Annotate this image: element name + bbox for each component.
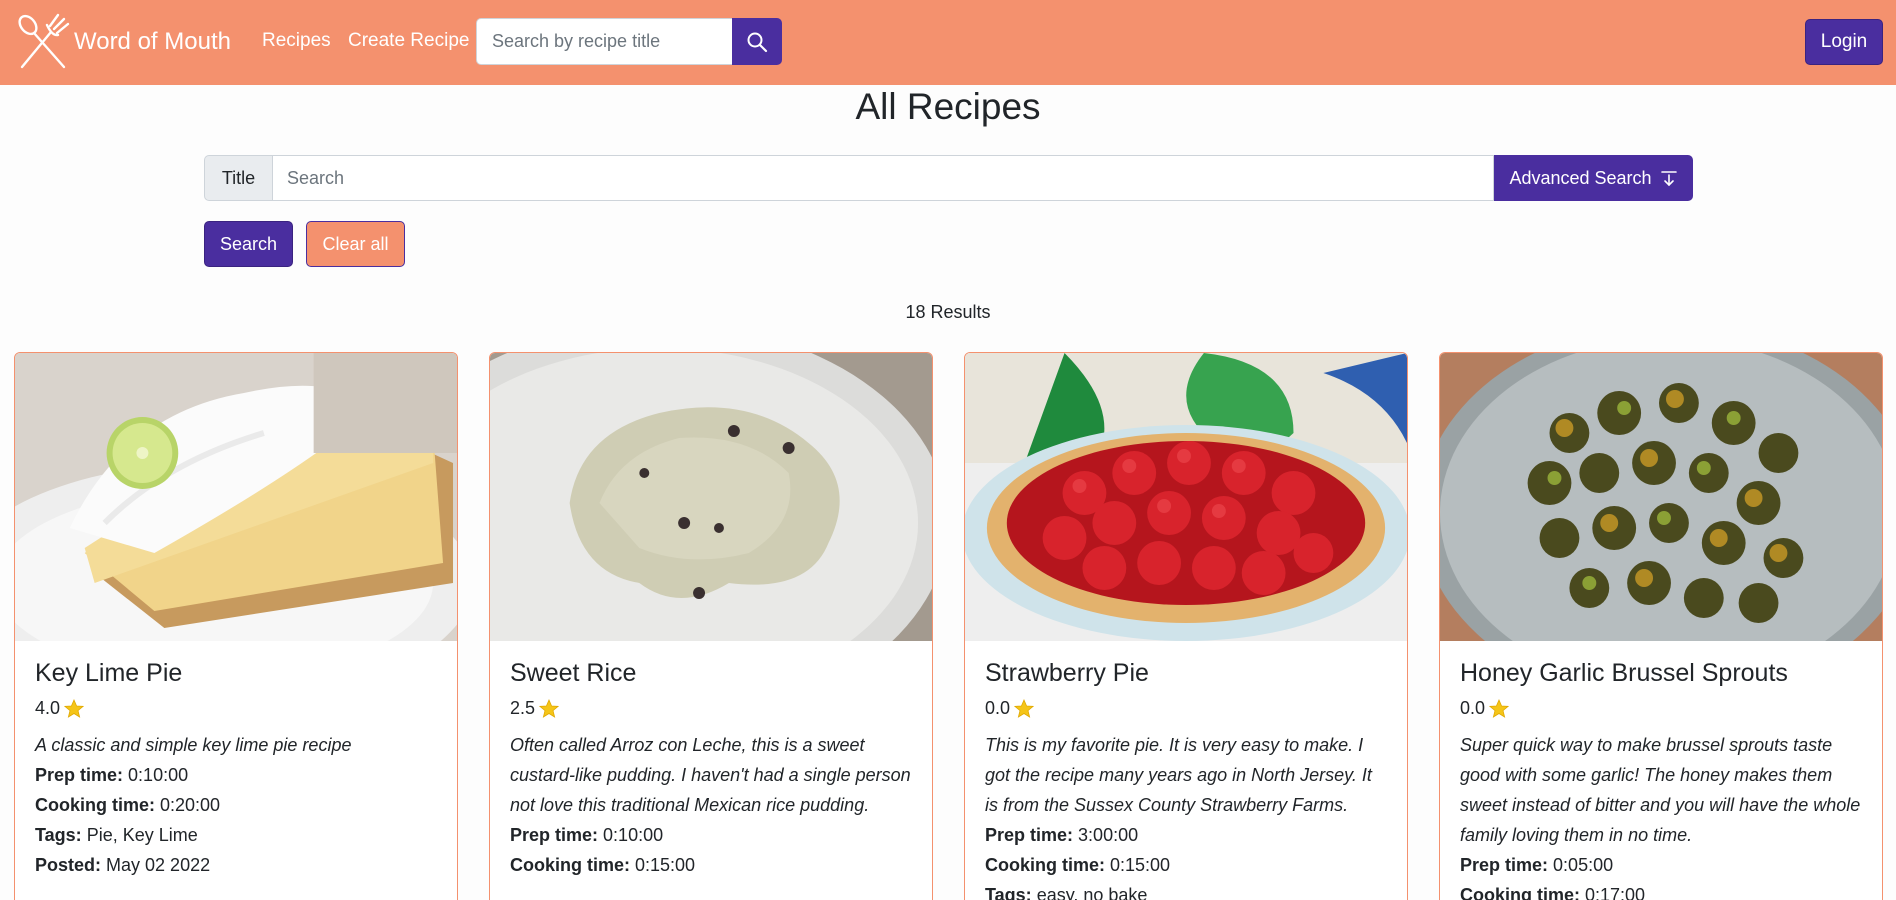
prep-time-label: Prep time: <box>985 825 1074 845</box>
prep-time-value: 3:00:00 <box>1078 825 1139 845</box>
recipe-image-strawberry-pie <box>965 353 1407 641</box>
advanced-search-label: Advanced Search <box>1509 167 1652 188</box>
recipe-card[interactable]: Strawberry Pie 0.0 This is my favorite p… <box>964 352 1408 900</box>
cook-time-label: Cooking time: <box>510 855 630 875</box>
navbar: Word of Mouth Recipes Create Recipe Logi… <box>0 0 1896 85</box>
prep-time-row: Prep time: 0:10:00 <box>510 820 912 850</box>
tags-value: easy, no bake <box>1036 885 1148 900</box>
recipe-title[interactable]: Honey Garlic Brussel Sprouts <box>1460 659 1862 688</box>
cook-time-row: Cooking time: 0:17:00 <box>1460 880 1862 900</box>
recipe-image-key-lime-pie <box>15 353 457 641</box>
tags-label: Tags: <box>35 825 82 845</box>
title-search-group: Title Advanced Search <box>204 155 1693 201</box>
star-icon <box>64 698 85 718</box>
nav-search-group <box>476 18 782 65</box>
cook-time-value: 0:15:00 <box>635 855 696 875</box>
rating-value: 0.0 <box>985 698 1011 718</box>
search-button[interactable]: Search <box>204 221 293 267</box>
recipe-title[interactable]: Sweet Rice <box>510 659 912 688</box>
posted-value: May 02 2022 <box>106 855 211 875</box>
prep-time-label: Prep time: <box>35 765 124 785</box>
star-icon <box>1014 698 1035 718</box>
clear-all-button[interactable]: Clear all <box>306 221 405 267</box>
recipe-title[interactable]: Key Lime Pie <box>35 659 437 688</box>
recipe-description: Often called Arroz con Leche, this is a … <box>510 735 911 815</box>
prep-time-label: Prep time: <box>510 825 599 845</box>
recipe-image-sweet-rice <box>490 353 932 641</box>
tags-row: Tags: easy, no bake <box>985 880 1387 900</box>
recipe-rating: 0.0 <box>1460 698 1862 719</box>
prep-time-row: Prep time: 0:05:00 <box>1460 850 1862 880</box>
cook-time-value: 0:15:00 <box>1110 855 1171 875</box>
nav-link-recipes[interactable]: Recipes <box>262 30 331 52</box>
search-icon <box>747 32 768 52</box>
cook-time-label: Cooking time: <box>35 795 155 815</box>
prep-time-value: 0:10:00 <box>603 825 664 845</box>
prep-time-row: Prep time: 0:10:00 <box>35 760 437 790</box>
posted-row: Posted: May 02 2022 <box>35 850 437 880</box>
prep-time-value: 0:05:00 <box>1553 855 1614 875</box>
recipe-rating: 2.5 <box>510 698 912 719</box>
recipe-rating: 0.0 <box>985 698 1387 719</box>
rating-value: 4.0 <box>35 698 61 718</box>
page-title: All Recipes <box>855 86 1041 127</box>
cook-time-value: 0:17:00 <box>1585 885 1646 900</box>
results-count: 18 Results <box>905 302 991 322</box>
cook-time-row: Cooking time: 0:20:00 <box>35 790 437 820</box>
recipe-image-brussel-sprouts <box>1440 353 1882 641</box>
cook-time-label: Cooking time: <box>1460 885 1580 900</box>
recipe-card[interactable]: Honey Garlic Brussel Sprouts 0.0 Super q… <box>1439 352 1883 900</box>
cook-time-label: Cooking time: <box>985 855 1105 875</box>
star-icon <box>539 698 560 718</box>
star-icon <box>1489 698 1510 718</box>
brand-name: Word of Mouth <box>74 28 231 55</box>
prep-time-value: 0:10:00 <box>128 765 189 785</box>
recipe-title[interactable]: Strawberry Pie <box>985 659 1387 688</box>
tags-value: Pie, Key Lime <box>86 825 198 845</box>
nav-link-create-recipe[interactable]: Create Recipe <box>348 30 469 52</box>
prep-time-row: Prep time: 3:00:00 <box>985 820 1387 850</box>
nav-search-button[interactable] <box>732 18 782 65</box>
rating-value: 2.5 <box>510 698 536 718</box>
recipe-description: This is my favorite pie. It is very easy… <box>985 735 1372 815</box>
tags-label: Tags: <box>985 885 1032 900</box>
cook-time-value: 0:20:00 <box>160 795 221 815</box>
cook-time-row: Cooking time: 0:15:00 <box>510 850 912 880</box>
posted-label: Posted: <box>35 855 102 875</box>
title-search-input[interactable] <box>272 155 1494 201</box>
brand-link[interactable]: Word of Mouth <box>14 12 231 72</box>
tags-row: Tags: Pie, Key Lime <box>35 820 437 850</box>
rating-value: 0.0 <box>1460 698 1486 718</box>
title-addon-label: Title <box>204 155 272 201</box>
login-button[interactable]: Login <box>1805 19 1883 65</box>
recipe-description: A classic and simple key lime pie recipe <box>35 735 352 755</box>
nav-search-input[interactable] <box>476 18 732 65</box>
prep-time-label: Prep time: <box>1460 855 1549 875</box>
recipe-card[interactable]: Key Lime Pie 4.0 A classic and simple ke… <box>14 352 458 900</box>
sort-down-icon <box>1660 171 1677 187</box>
advanced-search-button[interactable]: Advanced Search <box>1494 155 1693 201</box>
recipe-card[interactable]: Sweet Rice 2.5 Often called Arroz con Le… <box>489 352 933 900</box>
recipe-description: Super quick way to make brussel sprouts … <box>1460 735 1861 845</box>
cook-time-row: Cooking time: 0:15:00 <box>985 850 1387 880</box>
fork-spoon-logo-icon <box>18 13 70 69</box>
recipe-rating: 4.0 <box>35 698 437 719</box>
